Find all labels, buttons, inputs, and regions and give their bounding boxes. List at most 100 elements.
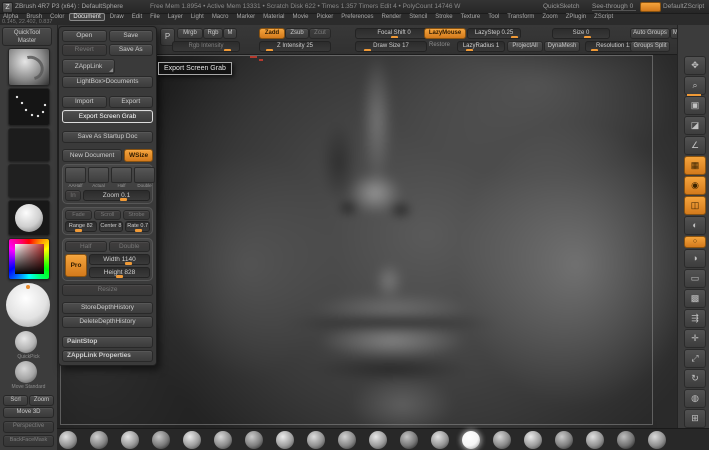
material-sphere[interactable]: [555, 431, 573, 449]
material-sphere-selected[interactable]: [462, 431, 480, 449]
menu-layer[interactable]: Layer: [165, 14, 186, 20]
revert-button[interactable]: Revert: [62, 44, 107, 56]
menu-texture[interactable]: Texture: [458, 14, 484, 20]
scale-icon[interactable]: ⤢: [684, 349, 706, 368]
doc-zoom-icon-actual[interactable]: Actual: [88, 167, 109, 189]
material-sphere[interactable]: [524, 431, 542, 449]
material-sphere[interactable]: [214, 431, 232, 449]
ghost-icon[interactable]: ◑: [684, 249, 706, 268]
slider-knob[interactable]: [391, 36, 398, 39]
material-sphere[interactable]: [493, 431, 511, 449]
width-slider[interactable]: Width 1140: [89, 254, 150, 265]
menu-render[interactable]: Render: [379, 14, 405, 20]
material-sphere[interactable]: [307, 431, 325, 449]
fade-button[interactable]: Fade: [65, 210, 92, 220]
see-through-slider[interactable]: See-through 0: [592, 3, 633, 10]
new-document-button[interactable]: New Document: [62, 149, 122, 162]
menu-file[interactable]: File: [147, 14, 163, 20]
zadd-button[interactable]: Zadd: [259, 28, 285, 39]
current-material-thumbnail[interactable]: [8, 200, 50, 236]
open-button[interactable]: Open: [62, 30, 107, 42]
aahalf-icon[interactable]: ◪: [684, 116, 706, 135]
range-slider[interactable]: Range 82: [65, 221, 97, 232]
material-sphere[interactable]: [400, 431, 418, 449]
material-sphere[interactable]: [276, 431, 294, 449]
menu-material[interactable]: Material: [260, 14, 287, 20]
menu-zoom[interactable]: Zoom: [539, 14, 560, 20]
frame-icon[interactable]: ▭: [684, 269, 706, 288]
slider-knob[interactable]: [591, 49, 598, 52]
strobe-button[interactable]: Strobe: [123, 210, 150, 220]
current-stroke-thumbnail[interactable]: [8, 88, 50, 126]
zcut-button[interactable]: Zcut: [309, 28, 331, 39]
lsym-icon[interactable]: ◫: [684, 196, 706, 215]
export-button[interactable]: Export: [109, 96, 154, 108]
menu-tool[interactable]: Tool: [485, 14, 502, 20]
slider-knob[interactable]: [75, 229, 82, 232]
slider-knob[interactable]: [466, 49, 473, 52]
slider-knob[interactable]: [120, 198, 127, 201]
lightbox-documents-button[interactable]: LightBox>Documents: [62, 76, 153, 88]
persp-icon[interactable]: ∠: [684, 136, 706, 155]
move-3d-button[interactable]: Move 3D: [3, 407, 54, 418]
menu-draw[interactable]: Draw: [107, 14, 127, 20]
lazyradius-slider[interactable]: LazyRadius 1: [457, 41, 505, 52]
mrgb-button[interactable]: Mrgb: [177, 28, 203, 39]
zoom-button[interactable]: Zoom: [29, 395, 54, 406]
grid-icon[interactable]: ⊞: [684, 409, 706, 428]
menu-preferences[interactable]: Preferences: [338, 14, 376, 20]
save-as-button[interactable]: Save As: [109, 44, 154, 56]
size-slider[interactable]: Size 0: [552, 28, 610, 39]
actual-icon[interactable]: [88, 167, 109, 183]
focal-shift-slider[interactable]: Focal Shift 0: [355, 28, 433, 39]
rgb-intensity-slider[interactable]: Rgb Intensity: [172, 41, 240, 52]
dynamesh-button[interactable]: DynaMesh: [544, 41, 580, 52]
slider-knob[interactable]: [584, 36, 591, 39]
zapplink-button[interactable]: ZAppLink: [62, 59, 115, 74]
groups-split-button[interactable]: Groups Split: [630, 41, 670, 52]
xpose-icon[interactable]: ⇶: [684, 309, 706, 328]
slider-knob[interactable]: [125, 262, 132, 265]
rate-slider[interactable]: Rate 0.7: [125, 221, 150, 232]
menu-transform[interactable]: Transform: [504, 14, 537, 20]
projectall-button[interactable]: ProjectAll: [507, 41, 543, 52]
slider-knob[interactable]: [511, 36, 518, 39]
zoom-icon[interactable]: ⌕: [684, 76, 706, 95]
move-icon[interactable]: ✛: [684, 329, 706, 348]
material-sphere[interactable]: [617, 431, 635, 449]
material-sphere[interactable]: [338, 431, 356, 449]
save-button[interactable]: Save: [109, 30, 154, 42]
pro-toggle[interactable]: Pro: [65, 254, 87, 277]
rgb-button[interactable]: Rgb: [203, 28, 223, 39]
material-sphere[interactable]: [152, 431, 170, 449]
resize-button[interactable]: Resize: [62, 284, 153, 296]
backfacemask-button[interactable]: BackFaceMask: [3, 435, 54, 447]
menu-zscript[interactable]: ZScript: [591, 14, 616, 20]
save-startup-doc-button[interactable]: Save As Startup Doc: [62, 131, 153, 143]
scrl-button[interactable]: Scrl: [3, 395, 28, 406]
wsize-toggle[interactable]: WSize: [124, 149, 153, 162]
menus-toggle[interactable]: [640, 2, 661, 12]
material-sphere[interactable]: [586, 431, 604, 449]
menu-stencil[interactable]: Stencil: [406, 14, 430, 20]
double-icon[interactable]: [134, 167, 155, 183]
doc-zoom-slider[interactable]: Zoom 0.1: [83, 190, 150, 201]
export-screen-grab-button[interactable]: Export Screen Grab: [62, 110, 153, 123]
current-texture-thumbnail[interactable]: [8, 164, 50, 198]
menu-picker[interactable]: Picker: [314, 14, 337, 20]
quicksketch-button[interactable]: QuickSketch: [543, 3, 580, 10]
z-intensity-slider[interactable]: Z Intensity 25: [259, 41, 331, 52]
menu-movie[interactable]: Movie: [290, 14, 312, 20]
m-button[interactable]: M: [223, 28, 237, 39]
half-icon[interactable]: [111, 167, 132, 183]
import-button[interactable]: Import: [62, 96, 107, 108]
slider-knob[interactable]: [224, 49, 231, 52]
auto-groups-button[interactable]: Auto Groups: [630, 28, 670, 39]
material-sphere[interactable]: [369, 431, 387, 449]
current-alpha-thumbnail[interactable]: [8, 128, 50, 162]
default-zscript-button[interactable]: DefaultZScript: [663, 3, 704, 10]
color-ball[interactable]: [6, 283, 50, 327]
menu-light[interactable]: Light: [188, 14, 207, 20]
slider-knob[interactable]: [116, 275, 123, 278]
store-depth-history-button[interactable]: StoreDepthHistory: [62, 302, 153, 314]
